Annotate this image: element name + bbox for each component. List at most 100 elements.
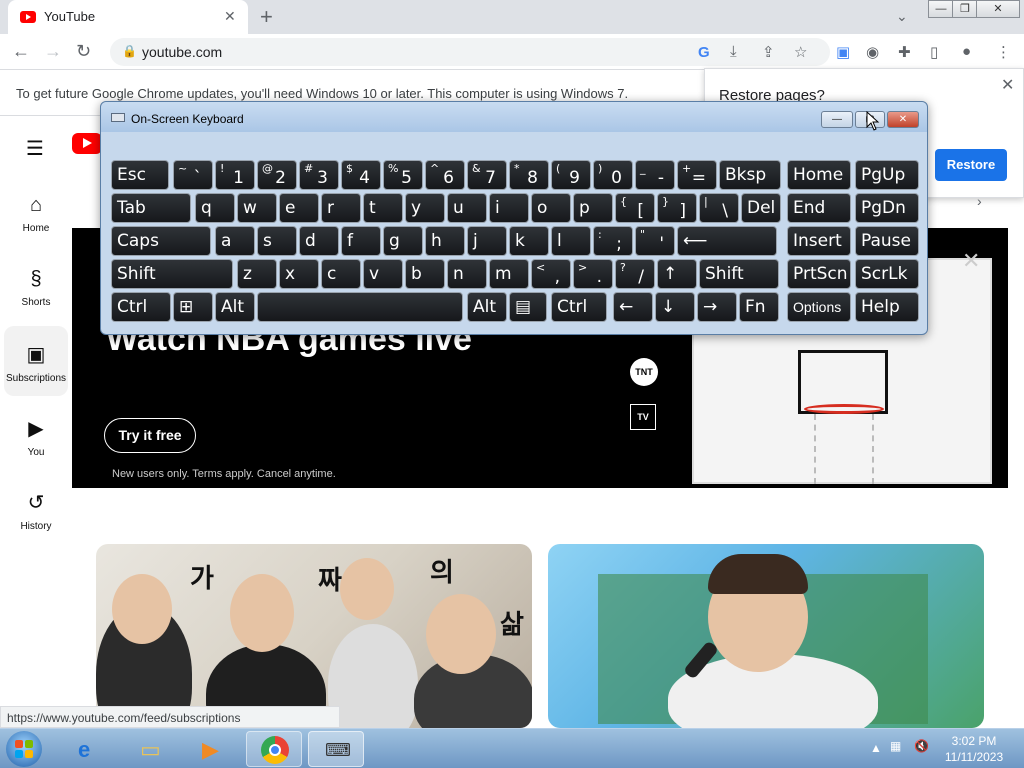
chrome-menu-icon[interactable]: ⋮: [996, 43, 1011, 61]
back-icon[interactable]: ←: [12, 41, 30, 62]
osk-key-sym3-11[interactable]: ↑: [657, 259, 697, 289]
osk-key-5[interactable]: % 5: [383, 160, 423, 190]
osk-key-8[interactable]: * 8: [509, 160, 549, 190]
osk-key-sym0-13[interactable]: + =: [677, 160, 717, 190]
osk-key-1[interactable]: ! 1: [215, 160, 255, 190]
osk-key-r[interactable]: r: [321, 193, 361, 223]
osk-key-sym4-9[interactable]: →: [697, 292, 737, 322]
osk-key-help[interactable]: Help: [855, 292, 919, 322]
clock-date[interactable]: 11/11/2023: [940, 750, 1008, 764]
lock-icon[interactable]: 🔒: [122, 44, 137, 58]
hamburger-menu-icon[interactable]: ☰: [26, 136, 44, 161]
sidebar-item-subscriptions[interactable]: ▣ Subscriptions: [0, 342, 72, 384]
osk-key-sym4-7[interactable]: ←: [613, 292, 653, 322]
tab-search-icon[interactable]: ⌄: [896, 8, 908, 25]
osk-key-u[interactable]: u: [447, 193, 487, 223]
osk-key-prtscn[interactable]: PrtScn: [787, 259, 851, 289]
osk-key-sym4-1[interactable]: ⊞: [173, 292, 213, 322]
osk-key-del[interactable]: Del: [741, 193, 781, 223]
restore-button[interactable]: Restore: [935, 149, 1007, 181]
osk-key-insert[interactable]: Insert: [787, 226, 851, 256]
osk-key-c[interactable]: c: [321, 259, 361, 289]
media-player-icon[interactable]: ▶: [186, 731, 242, 767]
bookmark-star-icon[interactable]: ☆: [794, 43, 807, 61]
osk-key-fn[interactable]: Fn: [739, 292, 779, 322]
osk-key-alt[interactable]: Alt: [467, 292, 507, 322]
osk-key-a[interactable]: a: [215, 226, 255, 256]
osk-key-s[interactable]: s: [257, 226, 297, 256]
google-lens-icon[interactable]: G: [698, 44, 710, 61]
osk-key-sym2-12[interactable]: ⟵: [677, 226, 777, 256]
osk-key-z[interactable]: z: [237, 259, 277, 289]
tray-expand-icon[interactable]: ▲: [870, 741, 882, 755]
osk-key-sym2-11[interactable]: " ': [635, 226, 675, 256]
osk-key-f[interactable]: f: [341, 226, 381, 256]
osk-key-esc[interactable]: Esc: [111, 160, 169, 190]
sidebar-item-you[interactable]: ▶ You: [0, 416, 72, 458]
new-tab-button[interactable]: +: [260, 4, 273, 30]
osk-key-g[interactable]: g: [383, 226, 423, 256]
osk-key-n[interactable]: n: [447, 259, 487, 289]
video-thumbnail-2[interactable]: [548, 544, 984, 728]
osk-key-sym3-10[interactable]: ? /: [615, 259, 655, 289]
forward-icon[interactable]: →: [44, 41, 62, 62]
address-bar[interactable]: 🔒 youtube.com G ⤓ ⇪ ☆: [110, 38, 830, 66]
osk-key-ctrl[interactable]: Ctrl: [111, 292, 171, 322]
osk-key-o[interactable]: o: [531, 193, 571, 223]
chevron-right-icon[interactable]: ›: [977, 193, 982, 209]
osk-key-9[interactable]: (9: [551, 160, 591, 190]
osk-titlebar[interactable]: On-Screen Keyboard — ▢ ✕: [101, 102, 927, 132]
clock-time[interactable]: 3:02 PM: [944, 734, 1004, 748]
osk-key-sym1-13[interactable]: | \: [699, 193, 739, 223]
osk-key-6[interactable]: ^ 6: [425, 160, 465, 190]
osk-key-b[interactable]: b: [405, 259, 445, 289]
osk-key-q[interactable]: q: [195, 193, 235, 223]
osk-close-button[interactable]: ✕: [887, 111, 919, 128]
sidebar-item-home[interactable]: ⌂ Home: [0, 194, 72, 234]
osk-key-end[interactable]: End: [787, 193, 851, 223]
osk-key-sym1-12[interactable]: }]: [657, 193, 697, 223]
osk-key-ctrl[interactable]: Ctrl: [551, 292, 607, 322]
volume-muted-icon[interactable]: 🔇: [914, 739, 929, 753]
side-panel-icon[interactable]: ▯: [930, 43, 938, 61]
osk-key-options[interactable]: Options: [787, 292, 851, 322]
osk-key-sym3-8[interactable]: <,: [531, 259, 571, 289]
osk-key-v[interactable]: v: [363, 259, 403, 289]
osk-key-4[interactable]: $4: [341, 160, 381, 190]
youtube-logo[interactable]: [72, 133, 102, 154]
osk-key-0[interactable]: ) 0: [593, 160, 633, 190]
osk-key-m[interactable]: m: [489, 259, 529, 289]
start-button[interactable]: [6, 731, 42, 767]
window-minimize-button[interactable]: —: [928, 0, 954, 18]
try-it-free-button[interactable]: Try it free: [104, 418, 196, 453]
ie-icon[interactable]: e: [62, 731, 118, 767]
osk-key-h[interactable]: h: [425, 226, 465, 256]
install-app-icon[interactable]: ⤓: [730, 43, 737, 60]
osk-key-y[interactable]: y: [405, 193, 445, 223]
osk-minimize-button[interactable]: —: [821, 111, 853, 128]
osk-key-shift[interactable]: Shift: [699, 259, 779, 289]
osk-key-7[interactable]: & 7: [467, 160, 507, 190]
close-icon[interactable]: ✕: [1001, 75, 1014, 95]
osk-key-pgup[interactable]: PgUp: [855, 160, 919, 190]
osk-key-sym4-8[interactable]: ↓: [655, 292, 695, 322]
osk-key-j[interactable]: j: [467, 226, 507, 256]
osk-key-sym2-10[interactable]: :;: [593, 226, 633, 256]
osk-key-bksp[interactable]: Bksp: [719, 160, 781, 190]
osk-key-alt[interactable]: Alt: [215, 292, 255, 322]
chrome-icon[interactable]: [246, 731, 302, 767]
osk-key-pgdn[interactable]: PgDn: [855, 193, 919, 223]
osk-key-home[interactable]: Home: [787, 160, 851, 190]
osk-key-i[interactable]: i: [489, 193, 529, 223]
osk-key-w[interactable]: w: [237, 193, 277, 223]
explorer-icon[interactable]: ▭: [124, 731, 180, 767]
osk-key-sym0-1[interactable]: ~ `: [173, 160, 213, 190]
osk-key-scrlk[interactable]: ScrLk: [855, 259, 919, 289]
osk-icon[interactable]: ⌨: [308, 731, 364, 767]
translate-icon[interactable]: ▣: [836, 43, 850, 61]
video-thumbnail-1[interactable]: 가 짜 의 삶: [96, 544, 532, 728]
tab-close-button[interactable]: ✕: [224, 8, 236, 25]
extension-icon[interactable]: ◉: [866, 43, 879, 61]
ad-close-icon[interactable]: ✕: [962, 248, 980, 274]
osk-key-3[interactable]: #3: [299, 160, 339, 190]
